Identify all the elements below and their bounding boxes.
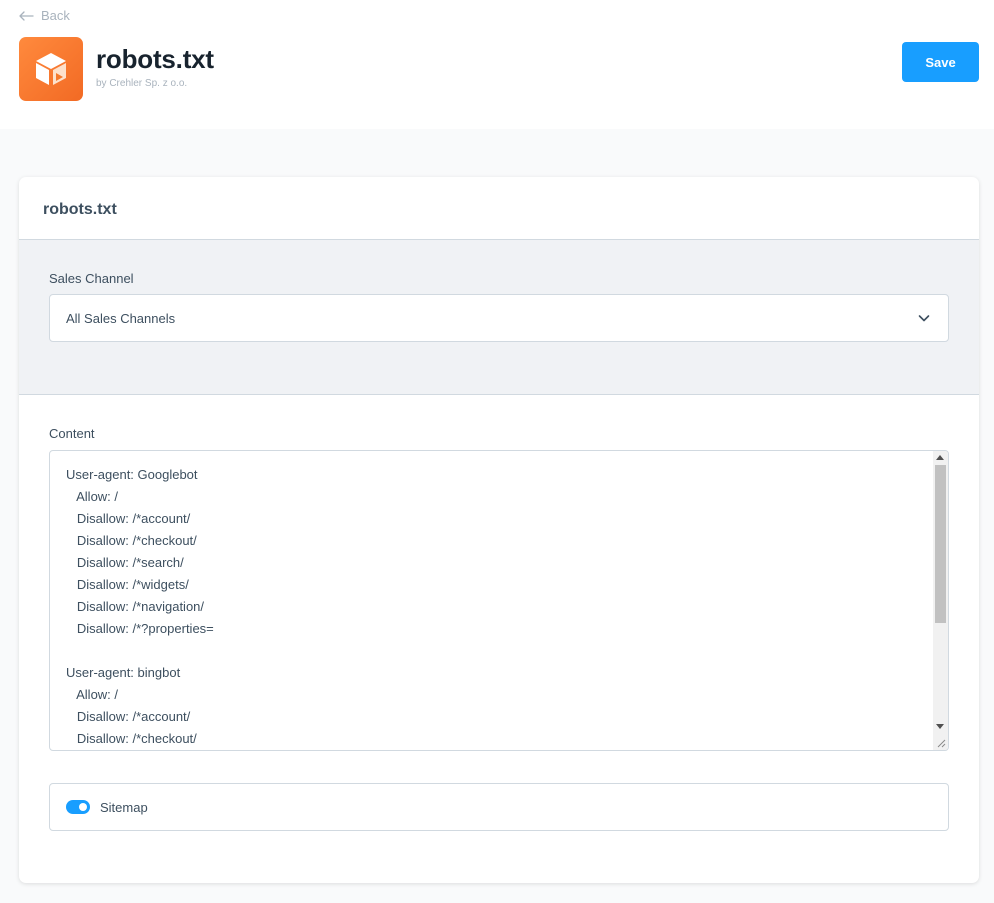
app-subtitle: by Crehler Sp. z o.o. [96,78,188,89]
content-line [66,640,948,662]
app-title: robots.txt [96,44,214,74]
content-line: Disallow: /*search/ [66,555,184,570]
content-line: Allow: / [66,489,119,504]
arrow-left-icon [19,10,34,21]
box-icon [36,53,66,85]
sales-channel-label: Sales Channel [49,271,134,286]
content-line: Disallow: /*account/ [66,709,191,724]
chevron-down-icon [918,315,930,322]
scroll-down-icon[interactable] [936,724,944,729]
back-link[interactable]: Back [19,8,70,23]
resize-grip-icon[interactable] [936,738,946,748]
sales-channel-value: All Sales Channels [66,310,176,326]
sales-channel-section: Sales Channel All Sales Channels [19,240,979,395]
content-line: Disallow: /*widgets/ [66,577,189,592]
scroll-up-icon[interactable] [936,455,944,460]
scroll-thumb[interactable] [935,465,946,623]
content-line: Disallow: /*account/ [66,511,191,526]
content-label: Content [49,426,95,441]
sitemap-label: Sitemap [100,799,148,815]
toggle-knob [79,803,87,811]
content-line: User-agent: Googlebot [66,467,198,482]
content-line: Disallow: /*checkout/ [66,533,197,548]
sales-channel-select[interactable]: All Sales Channels [49,294,949,342]
settings-card: robots.txt Sales Channel All Sales Chann… [19,177,979,883]
content-textarea[interactable]: User-agent: Googlebot Allow: / Disallow:… [49,450,949,751]
content-line: Disallow: /*navigation/ [66,599,205,614]
content-text: User-agent: Googlebot Allow: / Disallow:… [50,451,948,750]
content-line: Disallow: /*?properties= [66,621,214,636]
save-button[interactable]: Save [902,42,979,82]
card-title: robots.txt [19,177,979,240]
textarea-scrollbar[interactable] [933,451,948,750]
back-label: Back [41,8,70,23]
app-icon [19,37,83,101]
content-line: Allow: / [66,687,119,702]
top-bar: Back robots.txt by Crehler Sp. z o.o. Sa… [0,0,994,129]
sitemap-toggle[interactable] [66,800,90,814]
content-line: User-agent: bingbot [66,665,181,680]
sitemap-field: Sitemap [49,783,949,831]
content-line: Disallow: /*checkout/ [66,731,197,746]
